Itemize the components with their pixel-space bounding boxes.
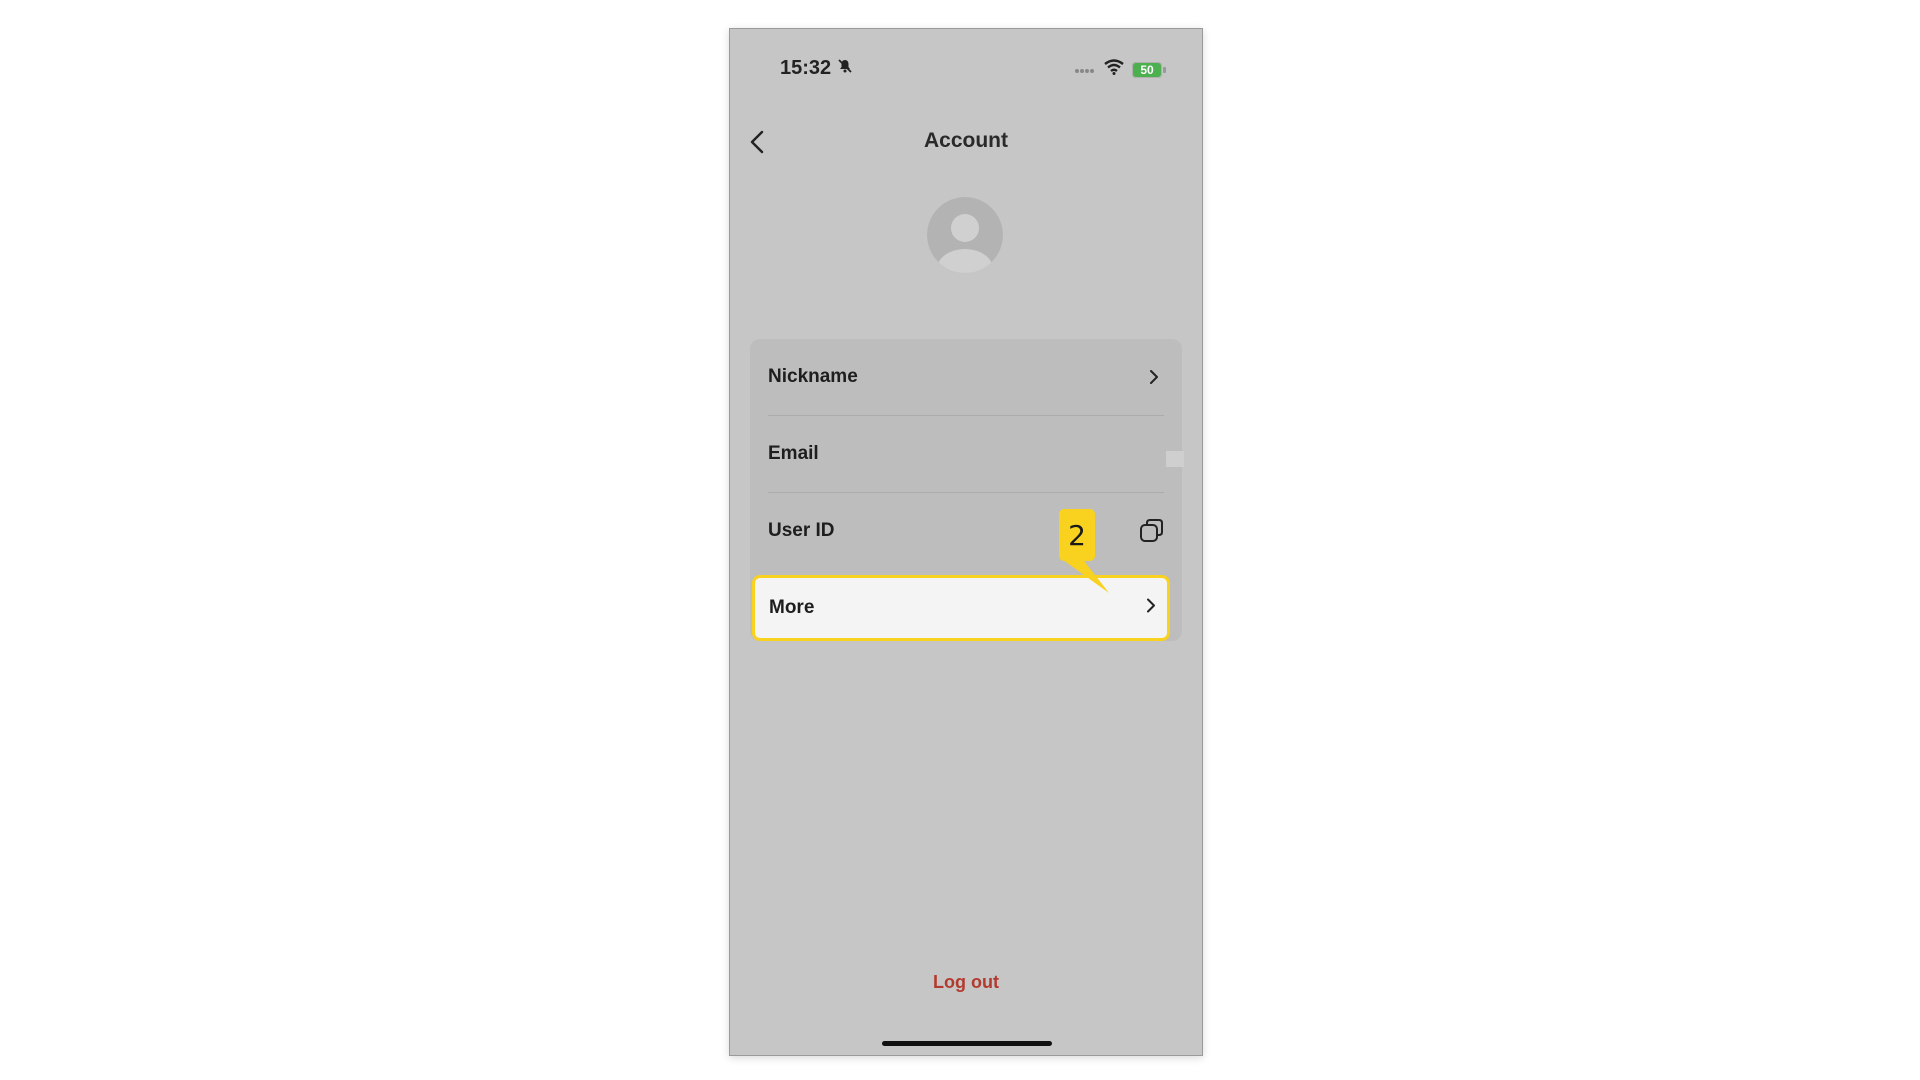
bell-slash-icon bbox=[837, 57, 853, 80]
avatar[interactable] bbox=[927, 197, 1003, 273]
chevron-right-icon bbox=[1148, 368, 1160, 386]
badge-pointer bbox=[1059, 557, 1109, 593]
step-badge: 2 bbox=[1059, 509, 1095, 561]
wifi-icon bbox=[1104, 59, 1124, 80]
edge-tab bbox=[1166, 451, 1184, 467]
phone-screen: 15:32 50 Account Nickname Email User ID … bbox=[729, 28, 1203, 1056]
status-time: 15:32 bbox=[780, 57, 832, 79]
email-label: Email bbox=[768, 443, 819, 464]
signal-icon bbox=[1074, 61, 1096, 79]
copy-icon[interactable] bbox=[1138, 517, 1166, 545]
logout-button[interactable]: Log out bbox=[730, 972, 1202, 993]
status-bar-left: 15:32 bbox=[780, 57, 853, 80]
home-indicator[interactable] bbox=[882, 1041, 1052, 1046]
page-title: Account bbox=[924, 129, 1008, 152]
status-bar-right: 50 bbox=[1074, 59, 1166, 80]
nav-header: Account bbox=[730, 121, 1202, 161]
more-label: More bbox=[769, 597, 815, 618]
user-id-label: User ID bbox=[768, 520, 835, 541]
email-row: Email bbox=[750, 416, 1182, 492]
user-avatar-icon bbox=[927, 197, 1003, 273]
battery-level: 50 bbox=[1140, 62, 1154, 77]
nickname-label: Nickname bbox=[768, 366, 858, 387]
battery-icon: 50 bbox=[1132, 61, 1166, 78]
chevron-right-icon bbox=[1145, 597, 1157, 620]
user-id-row: User ID bbox=[750, 493, 1182, 569]
nickname-row[interactable]: Nickname bbox=[750, 339, 1182, 415]
